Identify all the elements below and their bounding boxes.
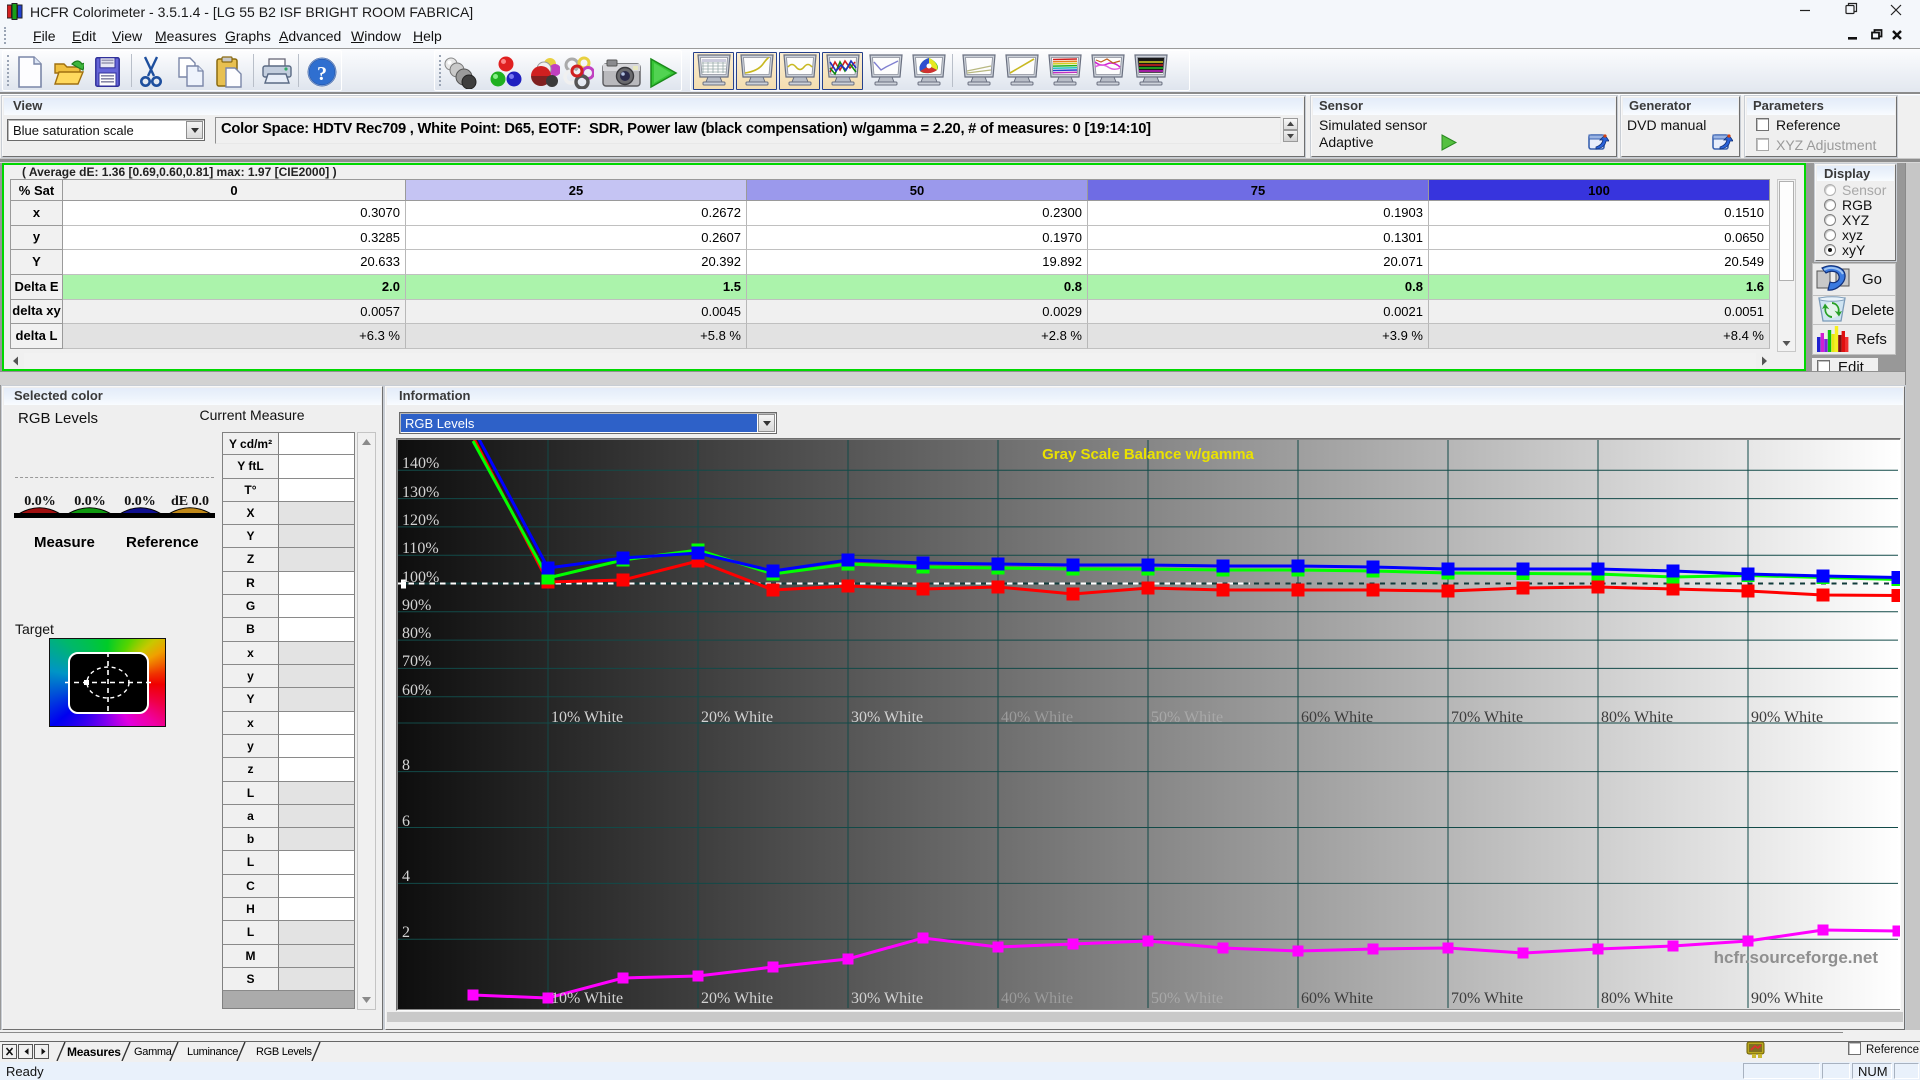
svg-text:10% White: 10% White bbox=[551, 990, 623, 1007]
svg-text:20% White: 20% White bbox=[701, 990, 773, 1007]
svg-text:80%: 80% bbox=[402, 625, 431, 642]
svg-text:140%: 140% bbox=[402, 455, 439, 472]
svg-text:110%: 110% bbox=[402, 540, 439, 557]
svg-text:2: 2 bbox=[402, 924, 410, 941]
svg-text:90% White: 90% White bbox=[1751, 709, 1823, 726]
svg-text:80% White: 80% White bbox=[1601, 990, 1673, 1007]
svg-text:60% White: 60% White bbox=[1301, 709, 1373, 726]
svg-text:90% White: 90% White bbox=[1751, 990, 1823, 1007]
svg-text:Gray Scale Balance w/gamma: Gray Scale Balance w/gamma bbox=[1042, 446, 1254, 463]
svg-text:30% White: 30% White bbox=[851, 709, 923, 726]
svg-text:120%: 120% bbox=[402, 512, 439, 529]
svg-text:?: ? bbox=[317, 63, 327, 85]
svg-text:60%: 60% bbox=[402, 682, 431, 699]
svg-text:90%: 90% bbox=[402, 597, 431, 614]
svg-text:70%: 70% bbox=[402, 653, 431, 670]
svg-text:40% White: 40% White bbox=[1001, 709, 1073, 726]
svg-text:70% White: 70% White bbox=[1451, 709, 1523, 726]
svg-text:30% White: 30% White bbox=[851, 990, 923, 1007]
svg-text:60% White: 60% White bbox=[1301, 990, 1373, 1007]
svg-text:20% White: 20% White bbox=[701, 709, 773, 726]
svg-text:4: 4 bbox=[402, 868, 410, 885]
svg-text:130%: 130% bbox=[402, 484, 439, 501]
svg-text:100%: 100% bbox=[402, 569, 439, 586]
svg-text:hcfr.sourceforge.net: hcfr.sourceforge.net bbox=[1714, 948, 1879, 967]
svg-text:50% White: 50% White bbox=[1151, 709, 1223, 726]
svg-text:6: 6 bbox=[402, 813, 410, 830]
svg-text:10% White: 10% White bbox=[551, 709, 623, 726]
svg-text:80% White: 80% White bbox=[1601, 709, 1673, 726]
svg-text:40% White: 40% White bbox=[1001, 990, 1073, 1007]
svg-text:70% White: 70% White bbox=[1451, 990, 1523, 1007]
svg-text:50% White: 50% White bbox=[1151, 990, 1223, 1007]
svg-text:8: 8 bbox=[402, 757, 410, 774]
